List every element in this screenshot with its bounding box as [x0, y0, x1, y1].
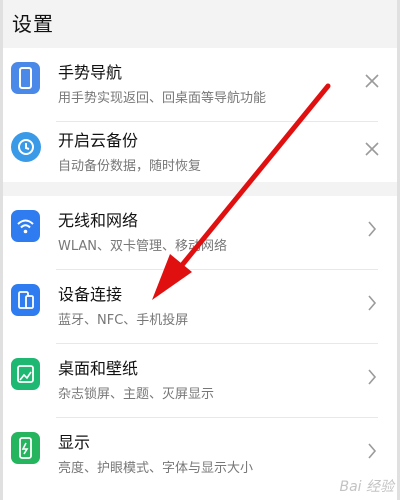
cloud-backup-icon [11, 132, 41, 162]
settings-item-title: 桌面和壁纸 [58, 359, 139, 378]
wifi-icon [11, 210, 40, 242]
settings-item-subtitle: 蓝牙、NFC、手机投屏 [58, 313, 189, 328]
suggestion-subtitle: 自动备份数据，随时恢复 [58, 159, 202, 174]
settings-item-device-connection[interactable]: 设备连接 蓝牙、NFC、手机投屏 [0, 270, 400, 344]
left-frame-border [0, 0, 3, 500]
suggestions-card: 手势导航 用手势实现返回、回桌面等导航功能 开启云备份 自动备份数据，随时恢复 [0, 48, 400, 182]
suggestion-subtitle: 用手势实现返回、回桌面等导航功能 [58, 91, 267, 106]
chevron-right-icon [364, 294, 380, 314]
settings-item-title: 设备连接 [58, 285, 123, 304]
header: 设置 [0, 0, 400, 46]
suggestion-title: 手势导航 [58, 63, 123, 82]
phone-gesture-icon [11, 62, 40, 94]
settings-list-card: 无线和网络 WLAN、双卡管理、移动网络 设备连接 蓝牙、NFC、手机投屏 桌面… [0, 196, 400, 500]
settings-item-desktop-wallpaper[interactable]: 桌面和壁纸 杂志锁屏、主题、灭屏显示 [0, 344, 400, 418]
chevron-right-icon [364, 442, 380, 462]
wallpaper-icon [11, 358, 40, 390]
suggestion-gesture-navigation[interactable]: 手势导航 用手势实现返回、回桌面等导航功能 [0, 48, 400, 122]
display-icon [11, 432, 40, 464]
page-title: 设置 [12, 12, 54, 36]
settings-item-subtitle: 亮度、护眼模式、字体与显示大小 [58, 461, 254, 476]
settings-item-wireless-network[interactable]: 无线和网络 WLAN、双卡管理、移动网络 [0, 196, 400, 270]
settings-item-title: 无线和网络 [58, 211, 139, 230]
suggestion-cloud-backup[interactable]: 开启云备份 自动备份数据，随时恢复 [0, 116, 400, 190]
close-icon[interactable] [364, 140, 380, 160]
suggestion-title: 开启云备份 [58, 131, 139, 150]
close-icon[interactable] [364, 72, 380, 92]
device-connection-icon [11, 284, 40, 316]
settings-item-subtitle: 杂志锁屏、主题、灭屏显示 [58, 387, 215, 402]
chevron-right-icon [364, 220, 380, 240]
chevron-right-icon [364, 368, 380, 388]
watermark: Bai 经验 [339, 479, 394, 495]
settings-item-title: 显示 [58, 433, 91, 452]
settings-item-subtitle: WLAN、双卡管理、移动网络 [58, 239, 228, 254]
